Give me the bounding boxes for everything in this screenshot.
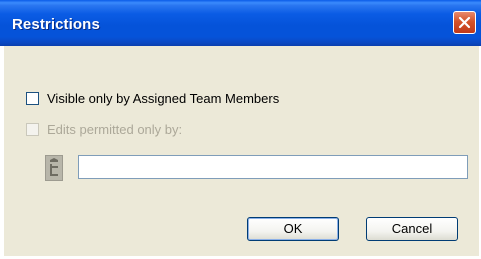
member-picker-icon: [45, 155, 63, 181]
ok-button[interactable]: OK: [247, 217, 339, 241]
edits-permitted-checkbox: [26, 123, 39, 136]
members-field[interactable]: [78, 155, 468, 179]
edits-permitted-row: Edits permitted only by:: [26, 122, 182, 137]
title-bar[interactable]: Restrictions: [0, 0, 481, 46]
member-picker-glyph: [50, 158, 58, 176]
visible-only-checkbox[interactable]: [26, 92, 39, 105]
close-button[interactable]: [453, 11, 476, 34]
close-icon: [458, 16, 471, 29]
cancel-button[interactable]: Cancel: [366, 217, 458, 241]
restrictions-dialog: Restrictions Visible only by Assigned Te…: [0, 0, 481, 259]
edits-permitted-label: Edits permitted only by:: [47, 122, 183, 137]
dialog-title: Restrictions: [12, 16, 100, 33]
visible-only-label[interactable]: Visible only by Assigned Team Members: [47, 91, 279, 106]
visible-only-row[interactable]: Visible only by Assigned Team Members: [26, 91, 279, 106]
